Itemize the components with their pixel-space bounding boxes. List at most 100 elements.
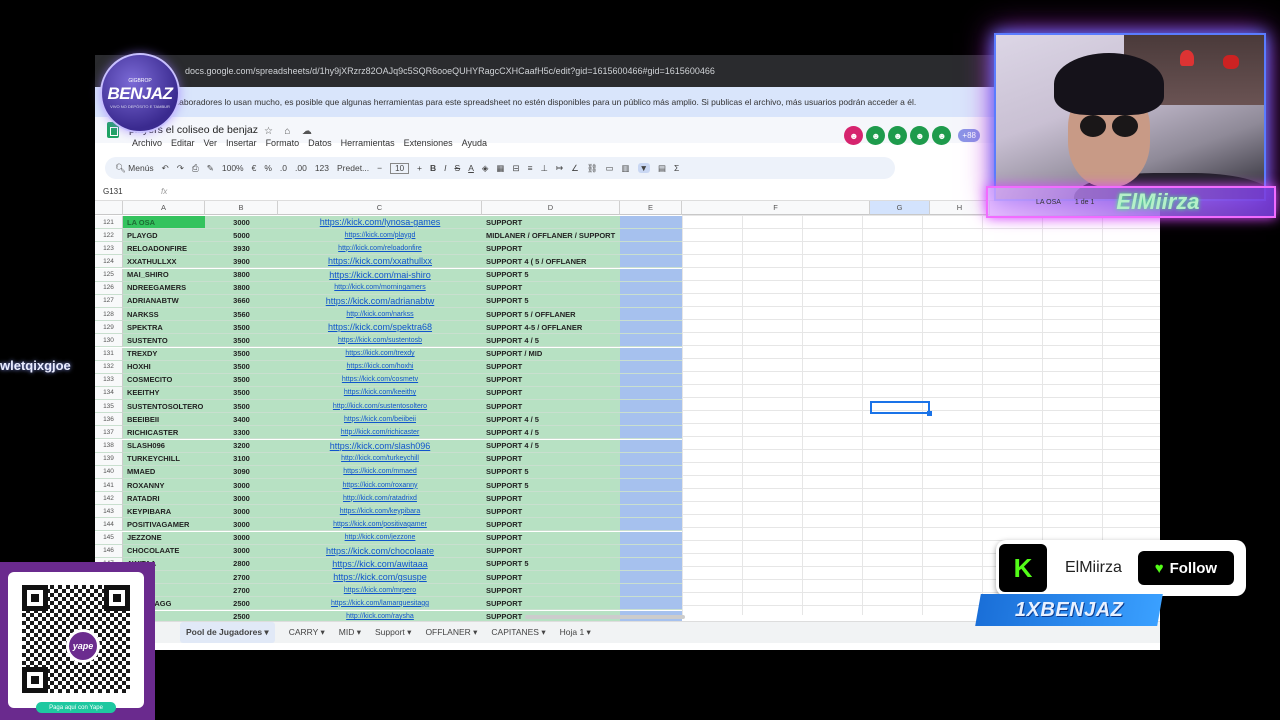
role-cell[interactable]: MIDLANER / OFFLANER / SUPPORT	[482, 229, 620, 243]
row-number[interactable]: 146	[95, 544, 123, 558]
active-cell-g131[interactable]	[870, 401, 932, 416]
mmr-cell[interactable]: 3800	[205, 268, 278, 282]
mmr-cell[interactable]: 3000	[205, 505, 278, 519]
mmr-cell[interactable]: 3100	[205, 452, 278, 466]
mmr-cell[interactable]: 3500	[205, 386, 278, 400]
kick-link-cell[interactable]: https://kick.com/xxathullxx	[278, 255, 482, 269]
column-header-h[interactable]: H	[930, 201, 990, 215]
redo-icon[interactable]: ↷	[177, 163, 184, 174]
column-e-cell[interactable]	[620, 216, 682, 229]
role-cell[interactable]: SUPPORT	[482, 584, 620, 598]
mmr-cell[interactable]: 3090	[205, 465, 278, 479]
strikethrough-icon[interactable]: S	[455, 163, 461, 173]
player-name-cell[interactable]: KEEITHY	[123, 386, 205, 400]
column-e-cell[interactable]	[620, 281, 682, 295]
sheet-tab-mid[interactable]: MID ▾	[339, 627, 361, 638]
wrap-icon[interactable]: ↦	[556, 163, 563, 174]
filter-icon[interactable]: ▼	[637, 163, 650, 173]
role-cell[interactable]: SUPPORT	[482, 400, 620, 414]
mmr-cell[interactable]: 3560	[205, 308, 278, 322]
collaborator-avatar[interactable]: ☻	[866, 126, 886, 145]
row-number[interactable]: 125	[95, 268, 123, 282]
collaborator-avatar[interactable]: ☻	[932, 126, 952, 145]
role-cell[interactable]: SUPPORT	[482, 518, 620, 532]
role-cell[interactable]: SUPPORT 4 / 5	[482, 413, 620, 427]
kick-link-cell[interactable]: http://kick.com/morningamers	[278, 281, 482, 295]
column-e-cell[interactable]	[620, 584, 682, 598]
font-size-input[interactable]: 10	[390, 162, 410, 174]
column-e-cell[interactable]	[620, 373, 682, 387]
kick-link-cell[interactable]: https://kick.com/positivagamer	[278, 518, 482, 532]
menu-item-formato[interactable]: Formato	[266, 138, 300, 148]
mmr-cell[interactable]: 3000	[205, 492, 278, 506]
rotate-icon[interactable]: ∠	[571, 163, 579, 174]
column-e-cell[interactable]	[620, 294, 682, 308]
undo-icon[interactable]: ↶	[162, 163, 169, 174]
kick-link-cell[interactable]: http://kick.com/ratadrixd	[278, 492, 482, 506]
column-e-cell[interactable]	[620, 452, 682, 466]
column-e-cell[interactable]	[620, 426, 682, 440]
role-cell[interactable]: SUPPORT 5	[482, 268, 620, 282]
kick-link-cell[interactable]: https://kick.com/keeithy	[278, 386, 482, 400]
row-number[interactable]: 144	[95, 518, 123, 532]
player-name-cell[interactable]: BEEIBEII	[123, 413, 205, 427]
kick-link-cell[interactable]: https://kick.com/chocolaate	[278, 544, 482, 558]
functions-icon[interactable]: Σ	[674, 163, 679, 173]
column-header-c[interactable]: C	[278, 201, 482, 215]
mmr-cell[interactable]: 3400	[205, 413, 278, 427]
menu-item-ver[interactable]: Ver	[204, 138, 218, 148]
player-name-cell[interactable]: CHOCOLAATE	[123, 544, 205, 558]
column-e-cell[interactable]	[620, 557, 682, 571]
mmr-cell[interactable]: 3660	[205, 294, 278, 308]
row-number[interactable]: 124	[95, 255, 123, 269]
kick-link-cell[interactable]: https://kick.com/hoxhi	[278, 360, 482, 374]
kick-link-cell[interactable]: https://kick.com/lamarquesitagg	[278, 597, 482, 611]
column-header-g[interactable]: G	[870, 201, 930, 215]
select-all-corner[interactable]	[95, 201, 123, 215]
menu-item-extensiones[interactable]: Extensiones	[404, 138, 453, 148]
column-e-cell[interactable]	[620, 242, 682, 256]
kick-link-cell[interactable]: https://kick.com/keypibara	[278, 505, 482, 519]
kick-link-cell[interactable]: https://kick.com/lynosa-games	[278, 216, 482, 229]
row-number[interactable]: 131	[95, 347, 123, 361]
row-number[interactable]: 121	[95, 216, 123, 229]
mmr-cell[interactable]: 3000	[205, 216, 278, 229]
kick-link-cell[interactable]: http://kick.com/sustentosoltero	[278, 400, 482, 414]
sheet-tab-support[interactable]: Support ▾	[375, 627, 411, 638]
column-header-b[interactable]: B	[205, 201, 278, 215]
role-cell[interactable]: SUPPORT	[482, 544, 620, 558]
mmr-cell[interactable]: 2700	[205, 584, 278, 598]
filter-views-icon[interactable]: ▤	[658, 163, 666, 174]
column-e-cell[interactable]	[620, 465, 682, 479]
mmr-cell[interactable]: 3500	[205, 360, 278, 374]
column-e-cell[interactable]	[620, 386, 682, 400]
row-number[interactable]: 136	[95, 413, 123, 427]
player-name-cell[interactable]: LA OSA	[123, 216, 205, 229]
menu-item-editar[interactable]: Editar	[171, 138, 195, 148]
row-number[interactable]: 123	[95, 242, 123, 256]
kick-link-cell[interactable]: https://kick.com/mai-shiro	[278, 268, 482, 282]
player-name-cell[interactable]: MAI_SHIRO	[123, 268, 205, 282]
fill-color-icon[interactable]: ◈	[482, 163, 489, 174]
role-cell[interactable]: SUPPORT 4 / 5	[482, 426, 620, 440]
player-name-cell[interactable]: ROXANNY	[123, 479, 205, 492]
mmr-cell[interactable]: 3500	[205, 400, 278, 414]
kick-link-cell[interactable]: https://kick.com/beiibeii	[278, 413, 482, 427]
row-number[interactable]: 129	[95, 321, 123, 335]
font-select[interactable]: Predet...	[337, 163, 369, 173]
name-box[interactable]: G131	[103, 187, 153, 196]
player-name-cell[interactable]: RATADRI	[123, 492, 205, 506]
kick-link-cell[interactable]: https://kick.com/spektra68	[278, 321, 482, 335]
role-cell[interactable]: SUPPORT 5	[482, 294, 620, 308]
sheet-tab-pool-de-jugadores[interactable]: Pool de Jugadores ▾	[180, 622, 275, 643]
kick-link-cell[interactable]: https://kick.com/mrpero	[278, 584, 482, 598]
kick-link-cell[interactable]: https://kick.com/slash096	[278, 439, 482, 453]
player-name-cell[interactable]: TURKEYCHILL	[123, 452, 205, 466]
mmr-cell[interactable]: 3500	[205, 373, 278, 387]
player-name-cell[interactable]: RICHICASTER	[123, 426, 205, 440]
sheet-tab-capitanes[interactable]: CAPITANES ▾	[491, 627, 545, 638]
mmr-cell[interactable]: 3930	[205, 242, 278, 256]
player-name-cell[interactable]: SUSTENTO	[123, 334, 205, 348]
player-name-cell[interactable]: SUSTENTOSOLTERO	[123, 400, 205, 414]
column-e-cell[interactable]	[620, 321, 682, 335]
